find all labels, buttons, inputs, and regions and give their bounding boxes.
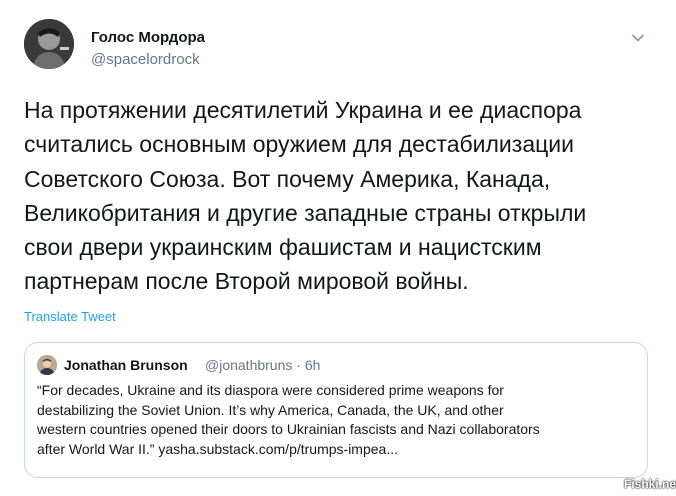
user-avatar-icon: [24, 19, 74, 69]
chevron-down-icon: [632, 34, 644, 42]
quoted-author-handle: @jonathbruns · 6h: [205, 357, 321, 373]
tweet-menu-button[interactable]: [628, 28, 648, 48]
quoted-tweet-text: “For decades, Ukraine and its diaspora w…: [37, 382, 540, 457]
tweet-card: Голос Мордора @spacelordrock На протяжен…: [0, 0, 676, 496]
translate-tweet-link[interactable]: Translate Tweet: [24, 309, 116, 324]
user-avatar-icon: [37, 355, 57, 375]
watermark: Fishki.net: [624, 477, 676, 491]
tweet-text: На протяжении десятилетий Украина и ее д…: [24, 97, 587, 295]
quoted-tweet[interactable]: Jonathan Brunson @jonathbruns · 6h “For …: [24, 342, 648, 478]
author-name[interactable]: Голос Мордора: [91, 29, 205, 46]
quoted-author-avatar: [37, 355, 57, 375]
author-handle[interactable]: @spacelordrock: [91, 51, 200, 68]
author-avatar[interactable]: [24, 19, 74, 69]
quoted-author-name: Jonathan Brunson: [64, 357, 188, 373]
